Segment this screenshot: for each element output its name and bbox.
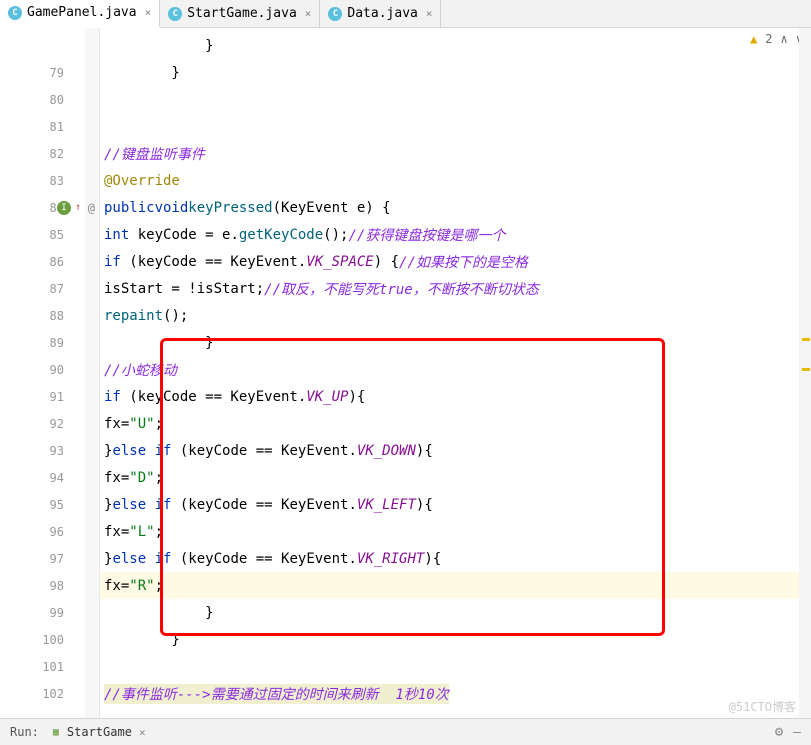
gutter-line: 92 bbox=[0, 410, 99, 437]
gutter-line: 95 bbox=[0, 491, 99, 518]
gutter-line: 85 bbox=[0, 221, 99, 248]
gutter-line: 90 bbox=[0, 356, 99, 383]
gutter-line: 83 bbox=[0, 167, 99, 194]
close-icon[interactable]: × bbox=[145, 6, 152, 19]
gutter-line: 102 bbox=[0, 680, 99, 707]
tab-data[interactable]: C Data.java × bbox=[320, 0, 441, 28]
close-icon[interactable]: × bbox=[426, 7, 433, 20]
gutter-line: 79 bbox=[0, 59, 99, 86]
run-icon: ▦ bbox=[49, 725, 63, 739]
java-class-icon: C bbox=[328, 7, 342, 21]
tab-label: Data.java bbox=[347, 6, 417, 21]
tab-label: StartGame.java bbox=[187, 6, 297, 21]
run-label: Run: bbox=[10, 725, 39, 739]
close-icon[interactable]: × bbox=[305, 7, 312, 20]
gutter-line: 100 bbox=[0, 626, 99, 653]
tab-startgame[interactable]: C StartGame.java × bbox=[160, 0, 320, 28]
gutter-line: 91 bbox=[0, 383, 99, 410]
line-gutter: 79 80 81 82 83 84 I ↑ @ 85 86 87 88 89 9… bbox=[0, 28, 100, 718]
arrow-up-icon: ↑ bbox=[75, 202, 81, 213]
java-class-icon: C bbox=[8, 6, 22, 20]
gutter-line: 97 bbox=[0, 545, 99, 572]
gutter-line: 98 bbox=[0, 572, 99, 599]
scroll-marker bbox=[802, 338, 810, 341]
gutter-line: 86 bbox=[0, 248, 99, 275]
tab-gamepanel[interactable]: C GamePanel.java × bbox=[0, 0, 160, 28]
gutter-line: 96 bbox=[0, 518, 99, 545]
gutter-line: 88 bbox=[0, 302, 99, 329]
scroll-marker bbox=[802, 368, 810, 371]
gutter-line: 93 bbox=[0, 437, 99, 464]
run-panel: Run: ▦ StartGame × ⚙ — bbox=[0, 718, 811, 745]
gutter-line: 101 bbox=[0, 653, 99, 680]
vertical-scrollbar[interactable] bbox=[799, 28, 811, 718]
gutter-line: 80 bbox=[0, 86, 99, 113]
close-icon[interactable]: × bbox=[139, 726, 146, 739]
gutter-line: 89 bbox=[0, 329, 99, 356]
tab-label: GamePanel.java bbox=[27, 5, 137, 20]
gutter-line: 84 I ↑ @ bbox=[0, 194, 99, 221]
gear-icon[interactable]: ⚙ bbox=[775, 724, 783, 740]
gutter-line: 99 bbox=[0, 599, 99, 626]
override-marker[interactable]: I bbox=[57, 201, 71, 215]
gutter-line: 82 bbox=[0, 140, 99, 167]
gutter-line: 87 bbox=[0, 275, 99, 302]
editor-area: 79 80 81 82 83 84 I ↑ @ 85 86 87 88 89 9… bbox=[0, 28, 811, 718]
at-icon: @ bbox=[88, 201, 95, 215]
editor-tabs: C GamePanel.java × C StartGame.java × C … bbox=[0, 0, 811, 28]
gutter-line: 81 bbox=[0, 113, 99, 140]
minimize-icon[interactable]: — bbox=[793, 725, 801, 740]
code-editor[interactable]: } } //键盘监听事件 @Override public void keyPr… bbox=[100, 28, 811, 718]
java-class-icon: C bbox=[168, 7, 182, 21]
watermark: @51CTO博客 bbox=[729, 698, 796, 715]
run-config-name: StartGame bbox=[67, 725, 132, 739]
gutter-line bbox=[0, 32, 99, 59]
run-config-tab[interactable]: ▦ StartGame × bbox=[49, 725, 146, 739]
gutter-line: 94 bbox=[0, 464, 99, 491]
